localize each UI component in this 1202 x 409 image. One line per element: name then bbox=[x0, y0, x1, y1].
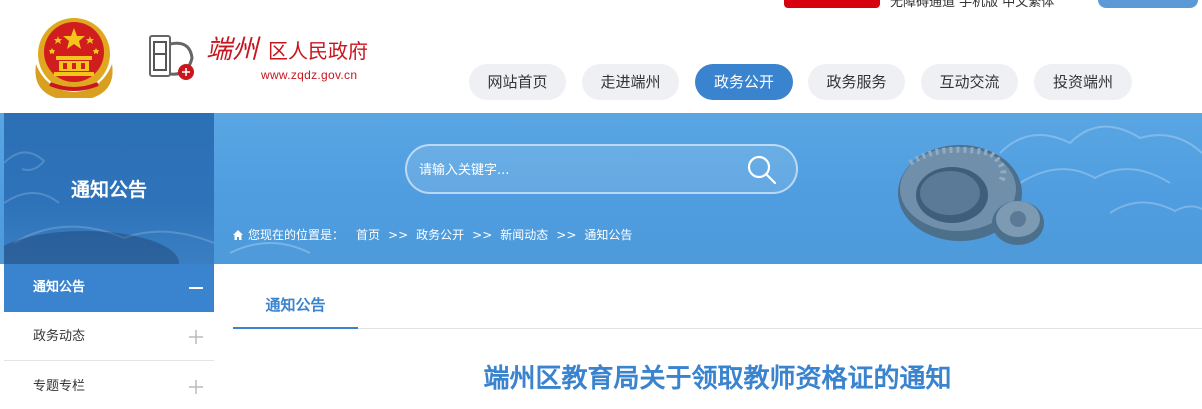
sidebar-item-notices[interactable]: 通知公告 bbox=[4, 264, 214, 312]
breadcrumb-home[interactable]: 首页 bbox=[356, 226, 380, 243]
breadcrumb-gov-affairs[interactable]: 政务公开 bbox=[416, 226, 464, 243]
sidebar-item-label: 通知公告 bbox=[33, 280, 86, 295]
plus-icon bbox=[189, 380, 203, 394]
english-version-button[interactable]: 英文版 bbox=[784, 0, 880, 8]
top-utility-bar: 英文版 无障碍通道 手机版 中文繁体 政务服务 bbox=[0, 0, 1202, 12]
site-url: www.zqdz.gov.cn bbox=[261, 68, 358, 82]
nav-item-interaction[interactable]: 互动交流 bbox=[921, 64, 1018, 100]
article-title: 端州区教育局关于领取教师资格证的通知 bbox=[483, 364, 952, 394]
nav-item-home[interactable]: 网站首页 bbox=[469, 64, 566, 100]
inkstone-illustration bbox=[898, 145, 1044, 245]
tab-notices[interactable]: 通知公告 bbox=[233, 286, 358, 329]
search-icon[interactable] bbox=[746, 154, 778, 186]
site-logo[interactable]: 端州 区人民政府 www.zqdz.gov.cn bbox=[148, 30, 388, 90]
sidebar-item-special-topics[interactable]: 专题专栏 bbox=[4, 363, 214, 409]
service-shortcut-button[interactable]: 政务服务 bbox=[1098, 0, 1198, 8]
content-tabbar: 通知公告 bbox=[233, 286, 1202, 329]
nav-item-gov-affairs[interactable]: 政务公开 bbox=[695, 64, 793, 100]
page: 英文版 无障碍通道 手机版 中文繁体 政务服务 端州 区人民政 bbox=[0, 0, 1202, 409]
plus-icon bbox=[189, 330, 203, 344]
nav-item-investment[interactable]: 投资端州 bbox=[1034, 64, 1132, 100]
site-name-wordmark: 端州 区人民政府 bbox=[206, 35, 368, 65]
breadcrumb-separator: >> bbox=[388, 227, 409, 242]
search-input[interactable] bbox=[419, 158, 739, 182]
site-name-subtext: 区人民政府 bbox=[268, 39, 368, 63]
page-banner: 通知公告 您现在的位置是： 首页 >> 政务公开 >> 新闻动态 >> 通知公告 bbox=[0, 113, 1202, 264]
breadcrumb-separator: >> bbox=[556, 227, 577, 242]
search-box bbox=[405, 144, 798, 194]
sidebar-item-label: 政务动态 bbox=[33, 329, 86, 344]
site-name-text: 端州 bbox=[206, 35, 261, 65]
nav-item-services[interactable]: 政务服务 bbox=[808, 64, 905, 100]
section-header: 通知公告 bbox=[4, 113, 214, 264]
breadcrumb-separator: >> bbox=[472, 227, 493, 242]
sidebar-item-label: 专题专栏 bbox=[33, 379, 86, 394]
section-title: 通知公告 bbox=[70, 179, 147, 201]
breadcrumb: 您现在的位置是： 首页 >> 政务公开 >> 新闻动态 >> 通知公告 bbox=[232, 226, 632, 243]
breadcrumb-prefix: 您现在的位置是： bbox=[248, 228, 345, 242]
home-icon bbox=[233, 229, 243, 240]
breadcrumb-news[interactable]: 新闻动态 bbox=[500, 226, 548, 243]
minus-icon bbox=[189, 287, 203, 289]
national-emblem-icon bbox=[35, 18, 113, 98]
inkstone-logo-icon bbox=[149, 35, 194, 80]
top-utility-links[interactable]: 无障碍通道 手机版 中文繁体 bbox=[890, 0, 1054, 10]
sidebar-item-gov-news[interactable]: 政务动态 bbox=[4, 313, 214, 361]
breadcrumb-notices[interactable]: 通知公告 bbox=[584, 226, 632, 243]
nav-item-about[interactable]: 走进端州 bbox=[582, 64, 679, 100]
